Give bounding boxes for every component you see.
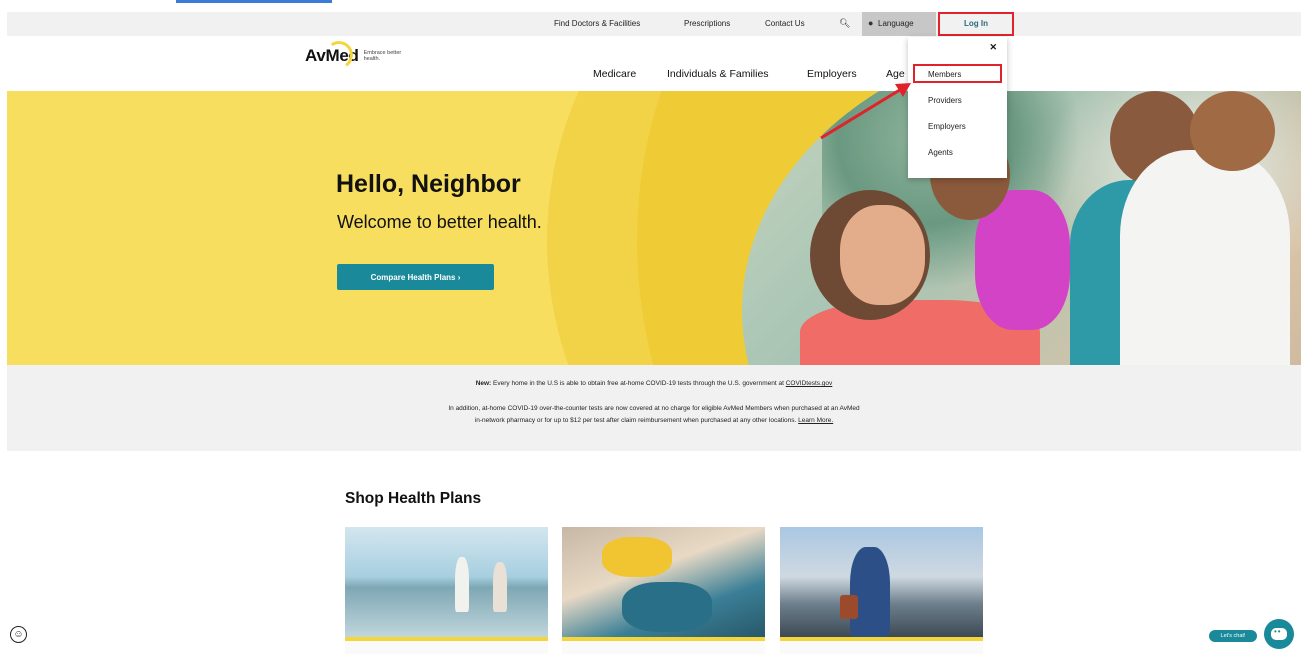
photo-figure xyxy=(455,557,469,612)
page: Find Doctors & Facilities Prescriptions … xyxy=(0,0,1301,654)
plan-card-employers[interactable] xyxy=(780,527,983,654)
notice-line-1: New: Every home in the U.S is able to ob… xyxy=(7,380,1301,387)
close-icon[interactable]: ✕ xyxy=(989,42,997,53)
photo-woman-face xyxy=(840,205,925,305)
shop-health-plans-heading: Shop Health Plans xyxy=(345,490,482,507)
hero-title: Hello, Neighbor xyxy=(336,170,521,198)
photo-boy-head xyxy=(1190,91,1275,171)
businessman-photo xyxy=(780,527,983,637)
card-footer xyxy=(780,641,983,654)
menu-item-providers[interactable]: Providers xyxy=(928,96,962,105)
chat-button[interactable] xyxy=(1264,619,1294,649)
nav-individuals-families[interactable]: Individuals & Families xyxy=(667,68,769,80)
photo-figure xyxy=(602,537,672,577)
menu-item-agents[interactable]: Agents xyxy=(928,148,953,157)
learn-more-link[interactable]: Learn More. xyxy=(798,417,833,424)
logo-wordmark: AvMed xyxy=(305,38,359,72)
family-playing-photo xyxy=(562,527,765,637)
contact-us-link[interactable]: Contact Us xyxy=(765,19,805,28)
menu-item-employers[interactable]: Employers xyxy=(928,122,966,131)
notice-new-label: New: xyxy=(475,380,492,387)
photo-briefcase xyxy=(840,595,858,619)
chat-label[interactable]: Let's chat! xyxy=(1209,630,1257,642)
nav-medicare[interactable]: Medicare xyxy=(593,68,636,80)
hero-subtitle: Welcome to better health. xyxy=(337,212,542,232)
search-icon[interactable]: 🔍︎ xyxy=(839,18,850,29)
login-button[interactable]: Log In xyxy=(938,12,1014,36)
prescriptions-link[interactable]: Prescriptions xyxy=(684,19,730,28)
logo-tagline: Embrace better health. xyxy=(363,50,402,62)
photo-figure xyxy=(850,547,890,637)
photo-figure xyxy=(622,582,712,632)
find-doctors-link[interactable]: Find Doctors & Facilities xyxy=(554,19,640,28)
utility-bar: Find Doctors & Facilities Prescriptions … xyxy=(7,12,1301,36)
photo-figure xyxy=(493,562,507,612)
annotation-arrow-icon xyxy=(820,83,911,140)
notice-text-3: in-network pharmacy or for up to $12 per… xyxy=(474,417,797,424)
card-footer xyxy=(562,641,765,654)
language-button[interactable]: ● Language xyxy=(862,12,936,36)
chat-bubble-icon xyxy=(1271,627,1287,640)
beach-couple-photo xyxy=(345,527,548,637)
photo-boy-shirt xyxy=(1120,150,1290,365)
logo-arc-icon xyxy=(322,38,356,72)
notice-line-2: In addition, at-home COVID-19 over-the-c… xyxy=(448,405,860,412)
accessibility-icon[interactable]: ☺ xyxy=(10,626,27,643)
card-footer xyxy=(345,641,548,654)
compare-health-plans-button[interactable]: Compare Health Plans › xyxy=(337,264,494,290)
avmed-logo[interactable]: AvMed Embrace better health. xyxy=(305,38,404,72)
plan-card-individuals[interactable] xyxy=(562,527,765,654)
top-selection-bar xyxy=(176,0,332,3)
login-label: Log In xyxy=(964,19,988,28)
covidtests-link[interactable]: COVIDtests.gov xyxy=(786,380,833,387)
language-label: Language xyxy=(878,19,914,28)
plan-card-medicare[interactable] xyxy=(345,527,548,654)
globe-icon: ● xyxy=(868,18,874,28)
covid-notice-band: New: Every home in the U.S is able to ob… xyxy=(7,365,1301,451)
notice-line-3: in-network pharmacy or for up to $12 per… xyxy=(7,417,1301,424)
notice-text-1: Every home in the U.S is able to obtain … xyxy=(493,380,784,387)
menu-item-members[interactable]: Members xyxy=(928,70,961,79)
